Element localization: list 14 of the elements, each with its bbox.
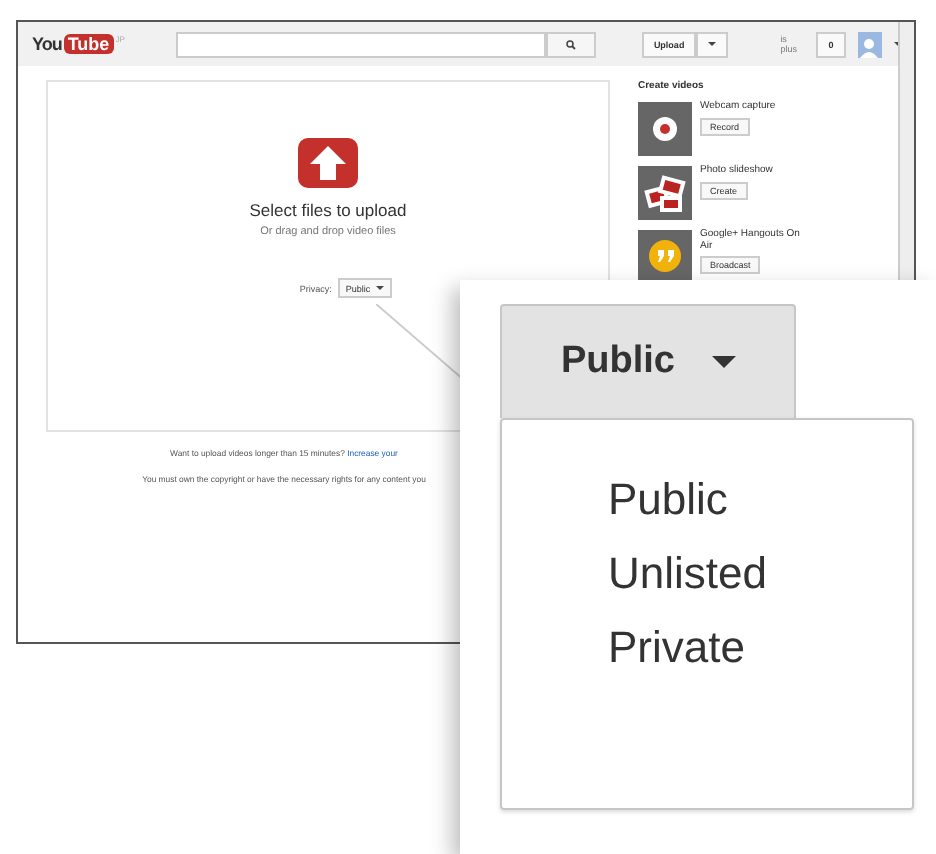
search-icon bbox=[565, 39, 576, 49]
privacy-dropdown[interactable]: Public bbox=[500, 304, 796, 418]
privacy-option[interactable]: Unlisted bbox=[608, 550, 912, 599]
webcam-thumbnail-icon bbox=[638, 102, 692, 156]
upload-title: Select files to upload bbox=[249, 200, 407, 220]
privacy-option[interactable]: Private bbox=[608, 624, 912, 674]
caret-icon bbox=[711, 356, 735, 368]
upload-menu-button[interactable] bbox=[696, 31, 729, 57]
privacy-option[interactable]: Public bbox=[608, 476, 912, 525]
caret-icon bbox=[708, 42, 717, 46]
search-field[interactable] bbox=[176, 31, 546, 57]
search-button[interactable] bbox=[545, 31, 596, 57]
avatar[interactable] bbox=[857, 31, 883, 57]
slideshow-thumbnail-icon bbox=[638, 166, 692, 220]
